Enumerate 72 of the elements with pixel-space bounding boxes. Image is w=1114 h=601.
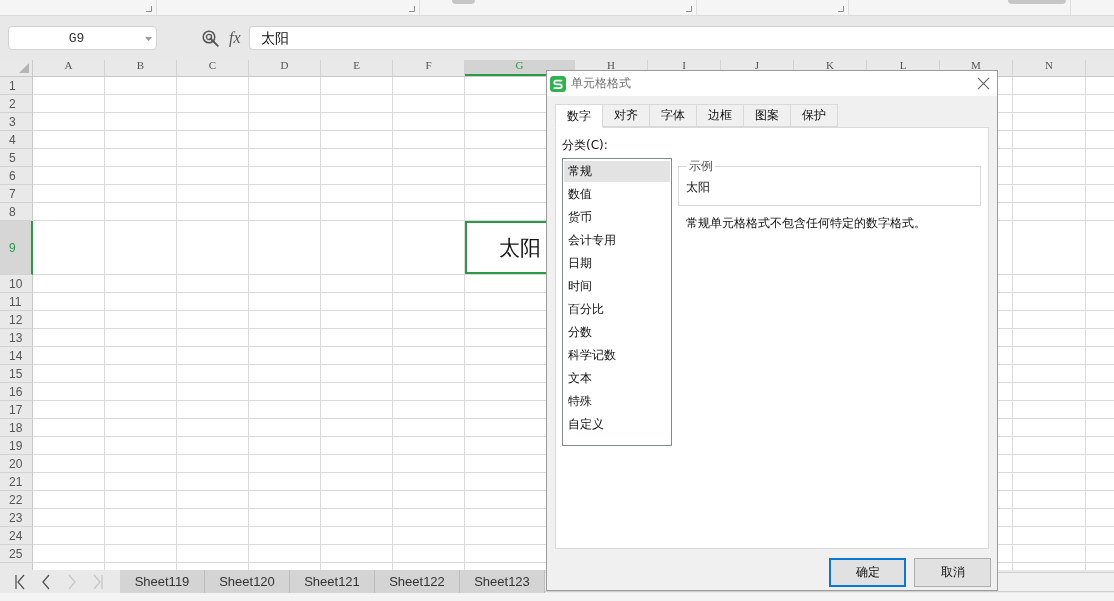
dialog-title: 单元格格式 bbox=[571, 75, 631, 92]
name-box[interactable]: G9 bbox=[8, 26, 157, 50]
category-list[interactable]: 常规 数值 货币 会计专用 日期 时间 百分比 分数 科学记数 文本 特殊 自定义 bbox=[562, 158, 672, 446]
row-header[interactable]: 11 bbox=[0, 293, 33, 311]
row-header[interactable]: 4 bbox=[0, 131, 33, 149]
category-item[interactable]: 自定义 bbox=[564, 414, 670, 435]
dialog-tab[interactable]: 保护 bbox=[791, 104, 838, 127]
category-item[interactable]: 时间 bbox=[564, 276, 670, 297]
app-logo-icon bbox=[550, 75, 566, 92]
dialog-launcher-icon[interactable] bbox=[686, 6, 692, 12]
row-header[interactable]: 2 bbox=[0, 95, 33, 113]
dialog-launcher-icon[interactable] bbox=[409, 6, 415, 12]
format-description: 常规单元格格式不包含任何特定的数字格式。 bbox=[686, 215, 926, 232]
formula-input[interactable]: 太阳 bbox=[248, 26, 1114, 50]
row-header[interactable]: 14 bbox=[0, 347, 33, 365]
row-header[interactable]: 1 bbox=[0, 77, 33, 95]
row-header[interactable]: 13 bbox=[0, 329, 33, 347]
category-item[interactable]: 分数 bbox=[564, 322, 670, 343]
row-header[interactable]: 15 bbox=[0, 365, 33, 383]
magnifier-icon[interactable] bbox=[202, 29, 219, 47]
sheet-tab[interactable]: Sheet119 bbox=[120, 570, 205, 593]
row-header[interactable]: 24 bbox=[0, 527, 33, 545]
ok-button[interactable]: 确定 bbox=[829, 558, 906, 587]
dialog-tab[interactable]: 图案 bbox=[744, 104, 791, 127]
row-header[interactable]: 22 bbox=[0, 491, 33, 509]
row-header[interactable]: 19 bbox=[0, 437, 33, 455]
sheet-tab[interactable]: Sheet120 bbox=[205, 570, 290, 593]
row-header[interactable]: 8 bbox=[0, 203, 33, 221]
caret-icon[interactable] bbox=[145, 37, 152, 41]
sheet-tab[interactable]: Sheet122 bbox=[375, 570, 460, 593]
row-header[interactable]: 25 bbox=[0, 545, 33, 563]
column-header[interactable]: D bbox=[249, 60, 321, 76]
insert-function-button[interactable]: fx bbox=[229, 29, 241, 47]
select-all-icon[interactable] bbox=[19, 63, 29, 73]
column-header[interactable]: C bbox=[177, 60, 249, 76]
dialog-tab[interactable]: 边框 bbox=[697, 104, 744, 127]
category-item[interactable]: 科学记数 bbox=[564, 345, 670, 366]
row-header[interactable]: 17 bbox=[0, 401, 33, 419]
row-header[interactable]: 20 bbox=[0, 455, 33, 473]
row-header[interactable]: 21 bbox=[0, 473, 33, 491]
sheet-tab[interactable]: Sheet121 bbox=[290, 570, 375, 593]
column-header[interactable]: A bbox=[33, 60, 105, 76]
row-header[interactable]: 5 bbox=[0, 149, 33, 167]
category-item[interactable]: 常规 bbox=[564, 161, 670, 182]
dialog-tab[interactable]: 字体 bbox=[650, 104, 697, 127]
column-header[interactable]: B bbox=[105, 60, 177, 76]
sample-value: 太阳 bbox=[686, 179, 710, 196]
category-item[interactable]: 百分比 bbox=[564, 299, 670, 320]
dialog-launcher-icon[interactable] bbox=[838, 6, 844, 12]
column-header[interactable]: N bbox=[1013, 60, 1086, 76]
sample-legend: 示例 bbox=[687, 158, 715, 175]
first-sheet-icon[interactable] bbox=[15, 573, 25, 590]
close-icon[interactable] bbox=[977, 77, 990, 90]
row-header[interactable]: 3 bbox=[0, 113, 33, 131]
cancel-button[interactable]: 取消 bbox=[914, 558, 991, 587]
column-header[interactable]: E bbox=[321, 60, 393, 76]
sheet-tab[interactable]: Sheet123 bbox=[460, 570, 545, 593]
row-header[interactable]: 23 bbox=[0, 509, 33, 527]
category-label: 分类(C): bbox=[562, 137, 608, 153]
category-item[interactable]: 特殊 bbox=[564, 391, 670, 412]
row-header[interactable]: 16 bbox=[0, 383, 33, 401]
row-header[interactable]: 7 bbox=[0, 185, 33, 203]
category-item[interactable]: 数值 bbox=[564, 184, 670, 205]
dialog-launcher-icon[interactable] bbox=[146, 6, 152, 12]
row-header[interactable]: 6 bbox=[0, 167, 33, 185]
dialog-tab[interactable]: 对齐 bbox=[603, 104, 650, 127]
row-header[interactable]: 18 bbox=[0, 419, 33, 437]
row-header[interactable]: 10 bbox=[0, 275, 33, 293]
previous-sheet-icon[interactable] bbox=[41, 573, 51, 590]
dialog-tab[interactable]: 数字 bbox=[555, 104, 603, 128]
category-item[interactable]: 文本 bbox=[564, 368, 670, 389]
row-header[interactable]: 12 bbox=[0, 311, 33, 329]
